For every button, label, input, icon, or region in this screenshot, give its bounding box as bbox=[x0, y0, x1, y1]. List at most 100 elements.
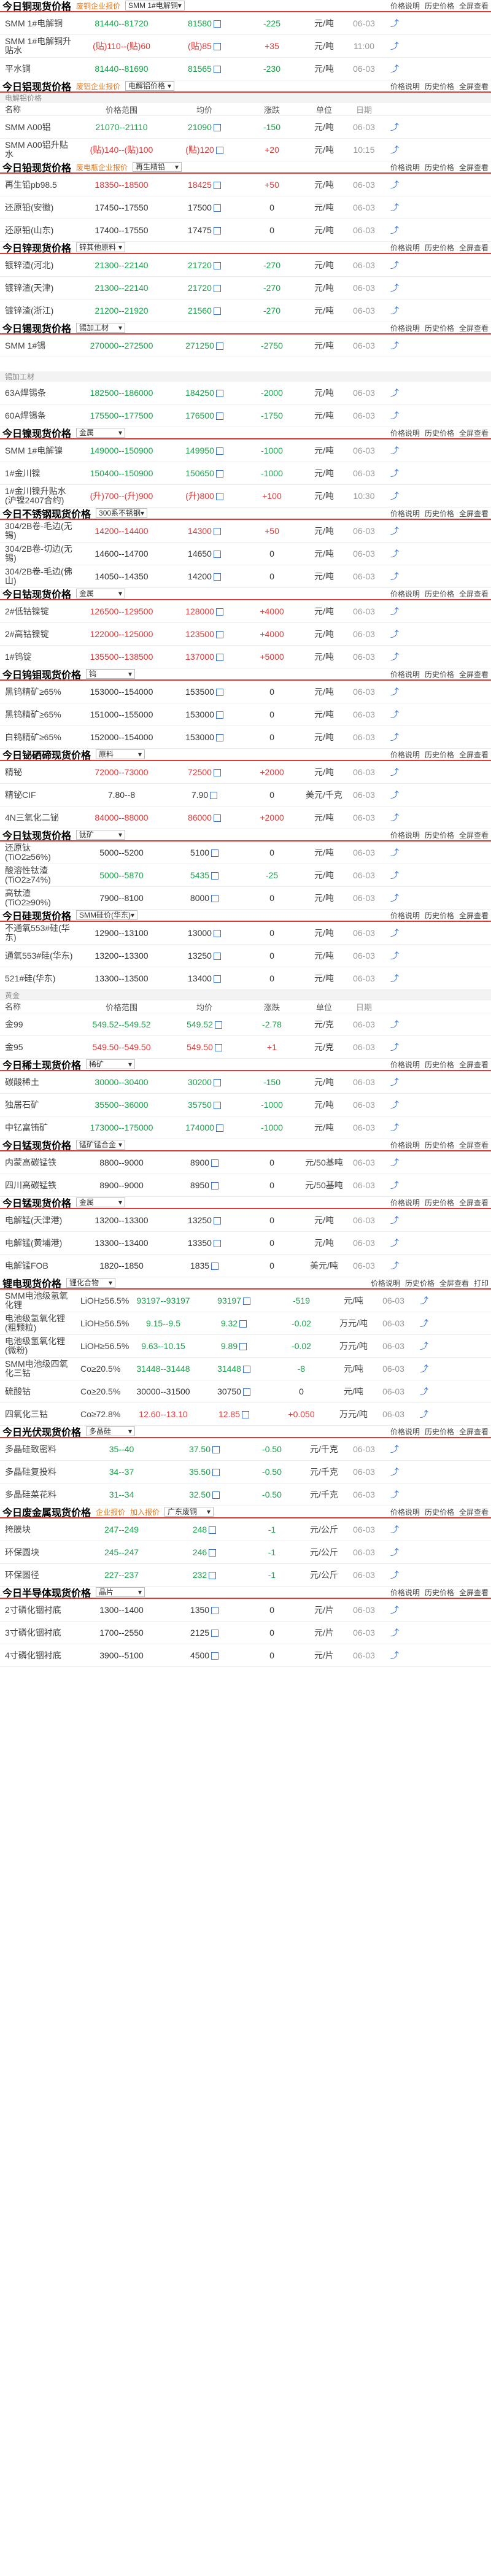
trend-chart-icon[interactable]: ⤴ bbox=[382, 387, 407, 399]
trend-chart-icon[interactable]: ⤴ bbox=[382, 1099, 407, 1111]
trend-chart-icon[interactable]: ⤴ bbox=[382, 1466, 407, 1478]
fullscreen-link[interactable]: 全屏查看 bbox=[459, 244, 489, 252]
chart-small-icon[interactable] bbox=[212, 1469, 220, 1477]
trend-chart-icon[interactable]: ⤴ bbox=[382, 282, 407, 294]
trend-chart-icon[interactable]: ⤴ bbox=[412, 1340, 436, 1352]
chart-small-icon[interactable] bbox=[211, 1263, 219, 1271]
chart-small-icon[interactable] bbox=[213, 124, 221, 132]
enterprise-quote-link[interactable]: 废铝企业报价 bbox=[76, 81, 120, 91]
trend-chart-icon[interactable]: ⤴ bbox=[382, 339, 407, 352]
chart-small-icon[interactable] bbox=[213, 769, 221, 777]
chart-small-icon[interactable] bbox=[212, 1446, 220, 1454]
trend-chart-icon[interactable]: ⤴ bbox=[382, 1237, 407, 1249]
price-explain-link[interactable]: 价格说明 bbox=[390, 1428, 420, 1436]
chart-small-icon[interactable] bbox=[213, 1102, 221, 1110]
print-button[interactable]: 打印 bbox=[474, 1279, 489, 1288]
trend-chart-icon[interactable]: ⤴ bbox=[382, 892, 407, 904]
price-explain-link[interactable]: 价格说明 bbox=[390, 911, 420, 920]
category-select[interactable]: SMM 1#电解铜 ▾ bbox=[125, 1, 185, 10]
chart-small-icon[interactable] bbox=[213, 1217, 221, 1225]
trend-chart-icon[interactable]: ⤴ bbox=[382, 1076, 407, 1088]
trend-chart-icon[interactable]: ⤴ bbox=[382, 444, 407, 457]
fullscreen-link[interactable]: 全屏查看 bbox=[459, 751, 489, 759]
chart-small-icon[interactable] bbox=[211, 1652, 219, 1660]
category-select[interactable]: 锂化合物 ▾ bbox=[66, 1278, 116, 1288]
trend-chart-icon[interactable]: ⤴ bbox=[412, 1385, 436, 1398]
price-explain-link[interactable]: 价格说明 bbox=[390, 2, 420, 10]
chart-small-icon[interactable] bbox=[211, 1607, 219, 1615]
chart-small-icon[interactable] bbox=[213, 285, 221, 293]
chart-small-icon[interactable] bbox=[213, 814, 221, 822]
trend-chart-icon[interactable]: ⤴ bbox=[382, 1018, 407, 1031]
history-price-link[interactable]: 历史价格 bbox=[425, 831, 454, 840]
chart-small-icon[interactable] bbox=[213, 1240, 221, 1248]
chart-small-icon[interactable] bbox=[213, 551, 221, 559]
fullscreen-link[interactable]: 全屏查看 bbox=[459, 1141, 489, 1150]
history-price-link[interactable]: 历史价格 bbox=[425, 244, 454, 252]
price-explain-link[interactable]: 价格说明 bbox=[390, 244, 420, 252]
trend-chart-icon[interactable]: ⤴ bbox=[382, 950, 407, 962]
fullscreen-link[interactable]: 全屏查看 bbox=[459, 1199, 489, 1207]
trend-chart-icon[interactable]: ⤴ bbox=[382, 1626, 407, 1639]
fullscreen-link[interactable]: 全屏查看 bbox=[459, 509, 489, 518]
trend-chart-icon[interactable]: ⤴ bbox=[382, 304, 407, 317]
fullscreen-link[interactable]: 全屏查看 bbox=[459, 911, 489, 920]
enterprise-quote-link[interactable]: 废电瓶企业报价 bbox=[76, 162, 128, 172]
chart-small-icon[interactable] bbox=[213, 20, 221, 28]
fullscreen-link[interactable]: 全屏查看 bbox=[459, 2, 489, 10]
trend-chart-icon[interactable]: ⤴ bbox=[382, 121, 407, 133]
chart-small-icon[interactable] bbox=[215, 608, 223, 616]
chart-small-icon[interactable] bbox=[213, 573, 221, 581]
trend-chart-icon[interactable]: ⤴ bbox=[412, 1317, 436, 1329]
chart-small-icon[interactable] bbox=[213, 227, 221, 235]
trend-chart-icon[interactable]: ⤴ bbox=[382, 731, 407, 743]
enterprise-quote-link[interactable]: 企业报价 bbox=[96, 1507, 125, 1517]
chart-small-icon[interactable] bbox=[215, 689, 223, 697]
chart-small-icon[interactable] bbox=[211, 1630, 219, 1638]
chart-small-icon[interactable] bbox=[242, 1366, 250, 1374]
fullscreen-link[interactable]: 全屏查看 bbox=[459, 163, 489, 172]
chart-small-icon[interactable] bbox=[213, 528, 221, 536]
category-select[interactable]: 电解铝价格 ▾ bbox=[125, 81, 175, 91]
chart-small-icon[interactable] bbox=[213, 204, 221, 212]
trend-chart-icon[interactable]: ⤴ bbox=[382, 1443, 407, 1455]
chart-small-icon[interactable] bbox=[215, 470, 223, 478]
trend-chart-icon[interactable]: ⤴ bbox=[382, 651, 407, 663]
category-select[interactable]: 再生精铅 ▾ bbox=[133, 162, 182, 172]
category-select[interactable]: 锰矿锰合金 ▾ bbox=[76, 1140, 126, 1150]
chart-small-icon[interactable] bbox=[213, 182, 221, 190]
trend-chart-icon[interactable]: ⤴ bbox=[382, 144, 407, 156]
trend-chart-icon[interactable]: ⤴ bbox=[412, 1294, 436, 1307]
price-explain-link[interactable]: 价格说明 bbox=[390, 1199, 420, 1207]
price-explain-link[interactable]: 价格说明 bbox=[390, 1141, 420, 1150]
price-explain-link[interactable]: 价格说明 bbox=[390, 1508, 420, 1517]
chart-small-icon[interactable] bbox=[211, 895, 219, 903]
category-select[interactable]: 多晶硅 ▾ bbox=[86, 1426, 136, 1436]
trend-chart-icon[interactable]: ⤴ bbox=[382, 846, 407, 859]
trend-chart-icon[interactable]: ⤴ bbox=[412, 1363, 436, 1375]
trend-chart-icon[interactable]: ⤴ bbox=[382, 409, 407, 422]
trend-chart-icon[interactable]: ⤴ bbox=[382, 605, 407, 617]
category-select[interactable]: 金属 ▾ bbox=[76, 428, 126, 438]
chart-small-icon[interactable] bbox=[215, 654, 223, 662]
price-explain-link[interactable]: 价格说明 bbox=[390, 670, 420, 679]
category-select[interactable]: 钨 ▾ bbox=[86, 669, 136, 679]
trend-chart-icon[interactable]: ⤴ bbox=[382, 927, 407, 939]
enterprise-quote-link[interactable]: 废铜企业报价 bbox=[76, 1, 120, 11]
trend-chart-icon[interactable]: ⤴ bbox=[382, 1546, 407, 1558]
trend-chart-icon[interactable]: ⤴ bbox=[382, 1156, 407, 1169]
category-select[interactable]: 晶片 ▾ bbox=[96, 1587, 145, 1597]
chart-small-icon[interactable] bbox=[214, 1021, 222, 1029]
chart-small-icon[interactable] bbox=[242, 1298, 250, 1305]
history-price-link[interactable]: 历史价格 bbox=[425, 324, 454, 333]
fullscreen-link[interactable]: 全屏查看 bbox=[459, 831, 489, 840]
trend-chart-icon[interactable]: ⤴ bbox=[382, 869, 407, 881]
fullscreen-link[interactable]: 全屏查看 bbox=[459, 1061, 489, 1069]
history-price-link[interactable]: 历史价格 bbox=[405, 1279, 435, 1288]
trend-chart-icon[interactable]: ⤴ bbox=[382, 1214, 407, 1226]
chart-small-icon[interactable] bbox=[211, 1182, 219, 1190]
trend-chart-icon[interactable]: ⤴ bbox=[382, 1649, 407, 1661]
price-explain-link[interactable]: 价格说明 bbox=[390, 163, 420, 172]
trend-chart-icon[interactable]: ⤴ bbox=[382, 766, 407, 778]
history-price-link[interactable]: 历史价格 bbox=[425, 1428, 454, 1436]
